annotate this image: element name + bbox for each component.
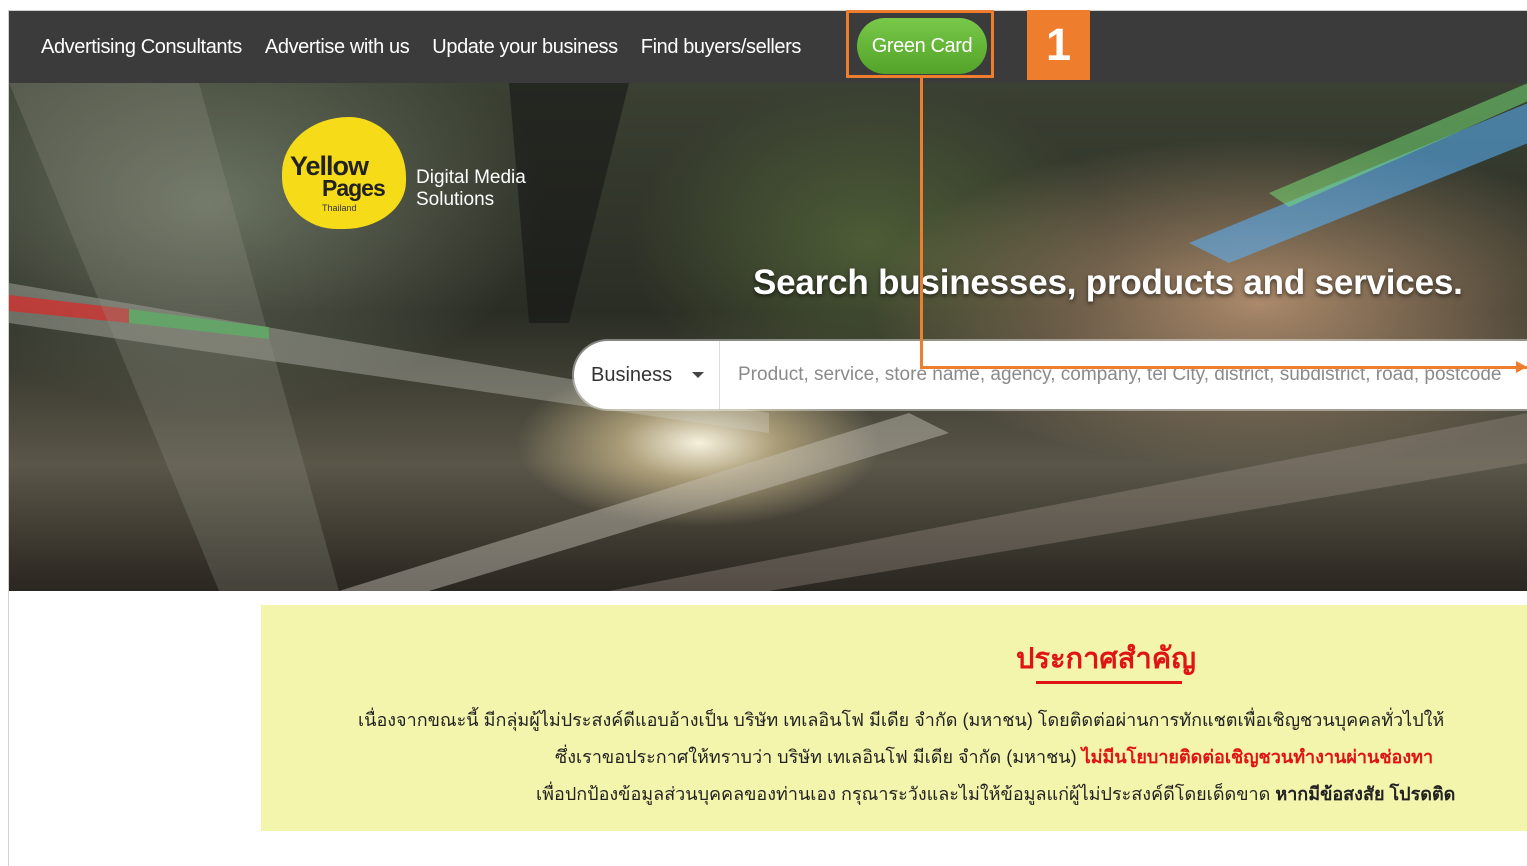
nav-advertise-with-us[interactable]: Advertise with us [265,36,410,59]
search-category-value: Business [591,363,673,386]
annotation-connector-vertical [920,78,923,368]
search-heading: Search businesses, products and services… [753,263,1463,302]
yellow-pages-logo[interactable]: Yellow Pages Thailand Digital Media Solu… [282,117,552,237]
nav-update-your-business[interactable]: Update your business [432,36,618,59]
notice-line-3-text: เพื่อปกป้องข้อมูลส่วนบุคคลของท่านเอง กรุ… [536,784,1276,804]
notice-line-2: ซึ่งเราขอประกาศให้ทราบว่า บริษัท เทเลอิน… [555,742,1433,771]
notice-line-3-contact: หากมีข้อสงสัย โปรดติด [1275,784,1456,804]
nav-find-buyers-sellers[interactable]: Find buyers/sellers [641,36,802,59]
search-bar: Business [574,341,1527,409]
annotation-connector-horizontal [920,366,1527,369]
logo-country: Thailand [322,203,357,213]
notice-line-2-highlight: ไม่มีนโยบายติดต่อเชิญชวนทำงานผ่านช่องทา [1081,747,1434,767]
hero-background-image [9,83,1527,591]
important-notice-panel: ประกาศสำคัญ เนื่องจากขณะนี้ มีกลุ่มผู้ไม… [261,605,1527,831]
annotation-arrow-icon [1516,361,1527,373]
browser-viewport: Advertising Consultants Advertise with u… [8,10,1527,866]
logo-tagline-solutions: Solutions [416,189,495,210]
annotation-step-badge: 1 [1027,10,1090,80]
search-input[interactable] [720,344,1527,406]
search-category-dropdown[interactable]: Business [574,341,720,409]
logo-tagline-digital-media: Digital Media [416,167,526,188]
logo-word-pages: Pages [322,175,386,201]
hero-metal-bar-2 [609,413,1527,591]
annotation-highlight-box [846,10,994,78]
notice-line-2-text: ซึ่งเราขอประกาศให้ทราบว่า บริษัท เทเลอิน… [555,747,1082,767]
hero-blue-streak [1189,103,1527,263]
notice-line-3: เพื่อปกป้องข้อมูลส่วนบุคคลของท่านเอง กรุ… [536,779,1455,808]
notice-title: ประกาศสำคัญ [1016,643,1196,675]
chevron-down-icon [692,372,705,378]
notice-title-underline [1036,681,1182,684]
top-navigation-bar: Advertising Consultants Advertise with u… [9,11,1527,83]
notice-line-1: เนื่องจากขณะนี้ มีกลุ่มผู้ไม่ประสงค์ดีแอ… [358,710,1445,730]
nav-advertising-consultants[interactable]: Advertising Consultants [41,36,242,59]
hero-banner: Yellow Pages Thailand Digital Media Solu… [9,83,1527,591]
